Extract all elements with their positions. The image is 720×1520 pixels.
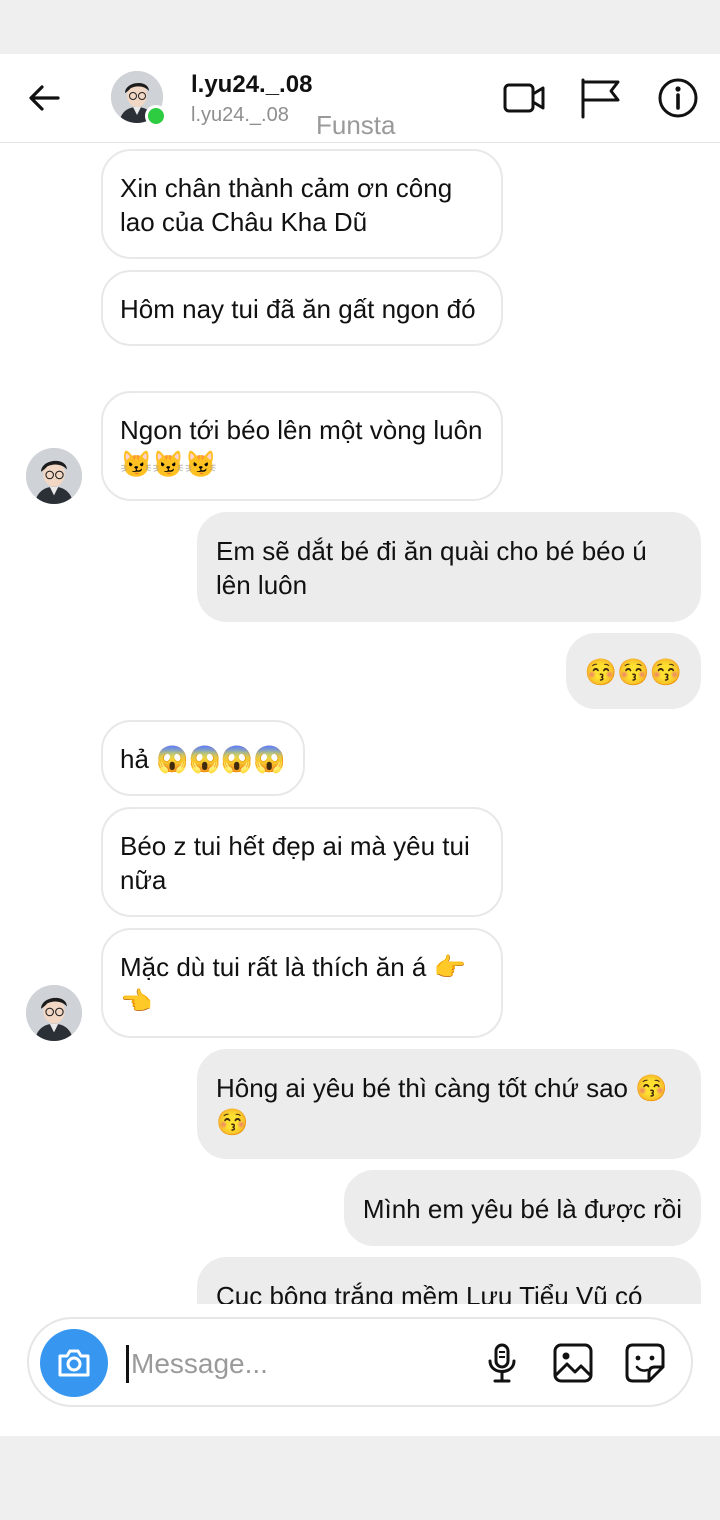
info-icon [658,78,698,118]
message-received[interactable]: Béo z tui hết đẹp ai mà yêu tui nữa [101,807,503,917]
voice-message-button[interactable] [480,1341,524,1385]
sender-avatar[interactable] [26,448,82,504]
chat-header: l.yu24._.08 l.yu24._.08 Funsta [0,54,720,143]
camera-icon [58,1349,90,1377]
camera-button[interactable] [40,1329,108,1397]
gallery-icon [553,1343,593,1383]
message-received[interactable]: Mặc dù tui rất là thích ăn á 👉👈 [101,928,503,1038]
sticker-button[interactable] [623,1341,667,1385]
online-status-dot [145,105,167,127]
message-sent[interactable]: Mình em yêu bé là được rồi [343,1170,701,1246]
video-call-button[interactable] [502,76,546,120]
message-sent[interactable]: Cục bông trắng mềm Lưu Tiểu Vũ có [197,1257,701,1304]
message-received[interactable]: Ngon tới béo lên một vòng luôn 😼😼😼 [101,391,503,501]
message-sent[interactable]: Hông ai yêu bé thì càng tốt chứ sao 😚😚 [197,1049,701,1159]
message-sent[interactable]: Em sẽ dắt bé đi ăn quài cho bé béo ú lên… [197,512,701,622]
message-thread[interactable]: Xin chân thành cảm ơn công lao của Châu … [0,142,720,1304]
info-button[interactable] [656,76,700,120]
contact-name[interactable]: l.yu24._.08 [191,71,312,99]
video-call-icon [503,83,545,113]
flag-icon [581,78,620,119]
account-tag: Funsta [316,110,396,140]
microphone-icon [488,1343,516,1383]
contact-handle: l.yu24._.08 [191,104,289,126]
sticker-icon [625,1343,665,1383]
gallery-button[interactable] [551,1341,595,1385]
message-received[interactable]: Hôm nay tui đã ăn gất ngon đó [101,270,503,346]
message-input[interactable] [129,1341,473,1387]
message-received[interactable]: Xin chân thành cảm ơn công lao của Châu … [101,149,503,259]
sender-avatar[interactable] [26,985,82,1041]
message-sent[interactable]: 😚😚😚 [565,633,701,709]
arrow-left-icon [29,85,60,111]
back-button[interactable] [24,78,64,118]
message-received[interactable]: hả 😱😱😱😱 [101,720,305,796]
message-composer [27,1317,693,1407]
report-button[interactable] [578,76,622,120]
chat-screen: l.yu24._.08 l.yu24._.08 Funsta Xin chân … [0,54,720,1436]
